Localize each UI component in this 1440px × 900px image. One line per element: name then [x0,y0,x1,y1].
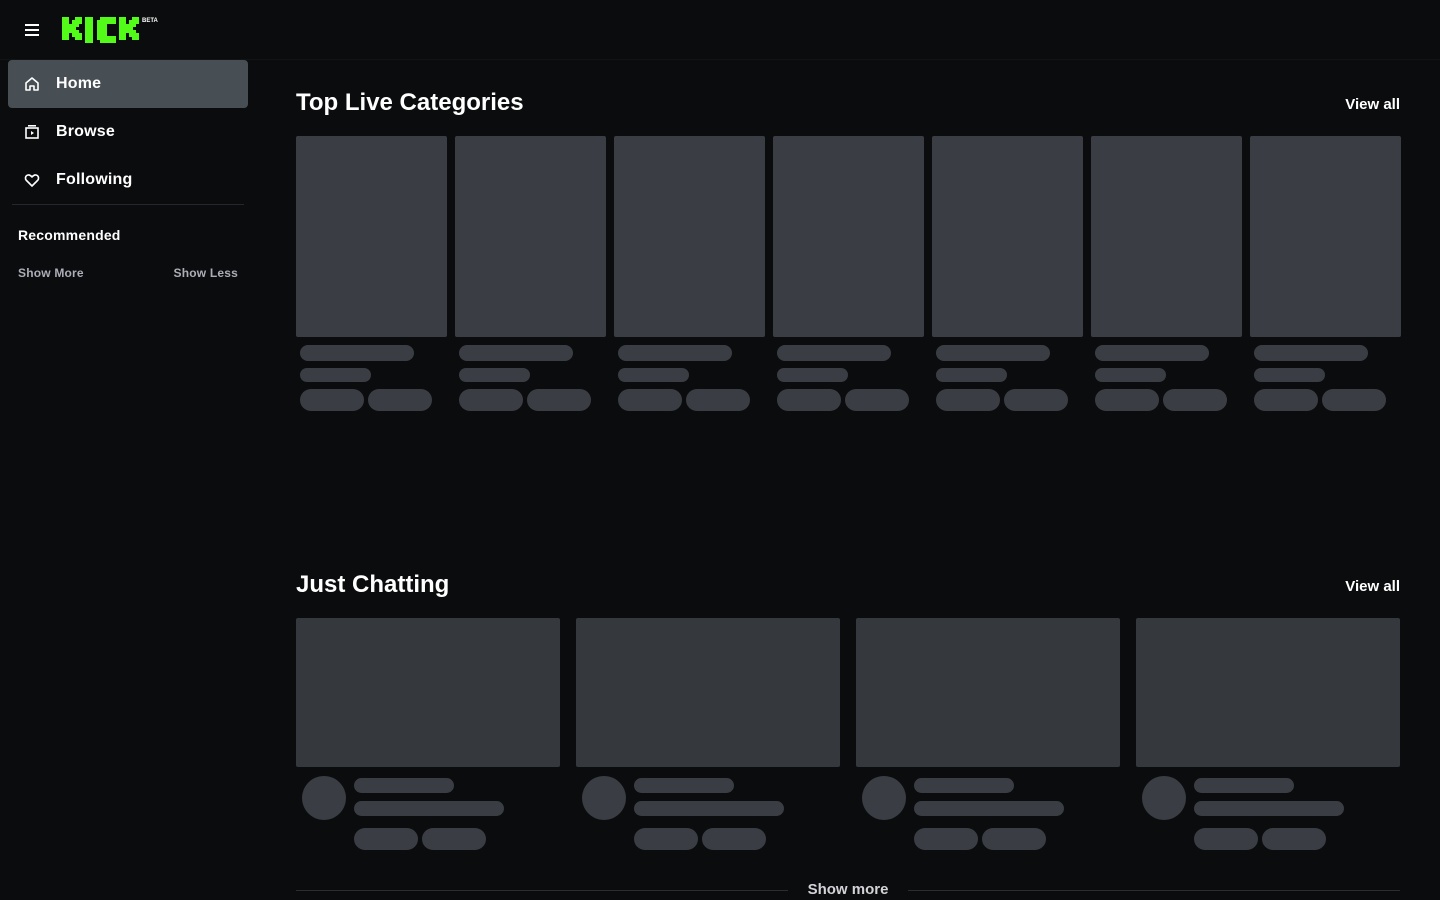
home-icon [24,76,40,92]
heart-icon [24,172,40,188]
just-chatting-title: Just Chatting [296,571,450,598]
skeleton-pill [936,389,1000,411]
stream-card-placeholder[interactable] [296,618,560,858]
skeleton-pill [982,828,1046,850]
skeleton-line [459,368,530,382]
sidebar-divider [12,204,244,205]
skeleton-line [618,345,732,361]
show-more-divider: Show more [296,880,1400,900]
stream-thumbnail-skeleton [576,618,840,767]
skeleton-pill [527,389,591,411]
skeleton-pill [300,389,364,411]
category-card-placeholder[interactable] [1250,136,1401,411]
beta-badge: BETA [142,18,159,24]
avatar-skeleton [582,776,626,820]
sidebar-item-home[interactable]: Home [8,60,248,108]
show-more-button[interactable]: Show More [18,266,84,280]
stream-card-placeholder[interactable] [856,618,1120,858]
sidebar-item-label: Following [56,171,133,188]
hamburger-menu-icon[interactable] [20,18,44,42]
stream-grid [296,618,1400,858]
category-thumbnail-skeleton [1250,136,1401,337]
skeleton-pill [1004,389,1068,411]
top-categories-title: Top Live Categories [296,89,524,116]
skeleton-line [300,368,371,382]
skeleton-line [1194,801,1344,816]
skeleton-pill [845,389,909,411]
skeleton-line [1194,778,1294,793]
skeleton-pill [1254,389,1318,411]
stream-card-placeholder[interactable] [1136,618,1400,858]
sidebar-item-following[interactable]: Following [8,156,248,204]
skeleton-line [936,345,1050,361]
category-card-placeholder[interactable] [455,136,606,411]
sidebar-item-label: Browse [56,123,115,140]
skeleton-pill [1194,828,1258,850]
skeleton-pill [686,389,750,411]
sidebar-item-label: Home [56,75,102,92]
skeleton-line [354,778,454,793]
skeleton-line [634,778,734,793]
skeleton-pill [634,828,698,850]
skeleton-line [914,801,1064,816]
skeleton-line [354,801,504,816]
avatar-skeleton [302,776,346,820]
skeleton-pill [354,828,418,850]
category-card-placeholder[interactable] [932,136,1083,411]
skeleton-line [914,778,1014,793]
skeleton-pill [422,828,486,850]
category-thumbnail-skeleton [932,136,1083,337]
avatar-skeleton [862,776,906,820]
sidebar: Home Browse Following Recommended Show M… [0,60,256,900]
just-chatting-view-all-link[interactable]: View all [1345,578,1400,595]
kick-logo[interactable]: BETA [60,14,160,46]
category-thumbnail-skeleton [296,136,447,337]
category-thumbnail-skeleton [1091,136,1242,337]
skeleton-pill [368,389,432,411]
skeleton-pill [618,389,682,411]
skeleton-pill [1262,828,1326,850]
stream-thumbnail-skeleton [296,618,560,767]
skeleton-line [459,345,573,361]
category-grid [296,136,1401,411]
skeleton-line [1095,368,1166,382]
skeleton-pill [914,828,978,850]
category-thumbnail-skeleton [614,136,765,337]
skeleton-pill [702,828,766,850]
stream-thumbnail-skeleton [1136,618,1400,767]
recommended-heading: Recommended [18,227,121,243]
skeleton-pill [459,389,523,411]
skeleton-line [777,345,891,361]
sidebar-item-browse[interactable]: Browse [8,108,248,156]
skeleton-line [634,801,784,816]
category-thumbnail-skeleton [455,136,606,337]
skeleton-line [777,368,848,382]
skeleton-line [1254,345,1368,361]
skeleton-pill [777,389,841,411]
show-less-button[interactable]: Show Less [174,266,238,280]
skeleton-line [1095,345,1209,361]
category-card-placeholder[interactable] [1091,136,1242,411]
skeleton-line [618,368,689,382]
show-more-button[interactable]: Show more [296,881,1400,898]
category-thumbnail-skeleton [773,136,924,337]
stream-card-placeholder[interactable] [576,618,840,858]
category-card-placeholder[interactable] [614,136,765,411]
skeleton-line [936,368,1007,382]
skeleton-line [1254,368,1325,382]
category-card-placeholder[interactable] [296,136,447,411]
top-categories-view-all-link[interactable]: View all [1345,96,1400,113]
avatar-skeleton [1142,776,1186,820]
skeleton-pill [1095,389,1159,411]
browse-icon [24,124,40,140]
skeleton-line [300,345,414,361]
stream-thumbnail-skeleton [856,618,1120,767]
category-card-placeholder[interactable] [773,136,924,411]
top-bar: BETA [0,0,1440,60]
skeleton-pill [1322,389,1386,411]
skeleton-pill [1163,389,1227,411]
